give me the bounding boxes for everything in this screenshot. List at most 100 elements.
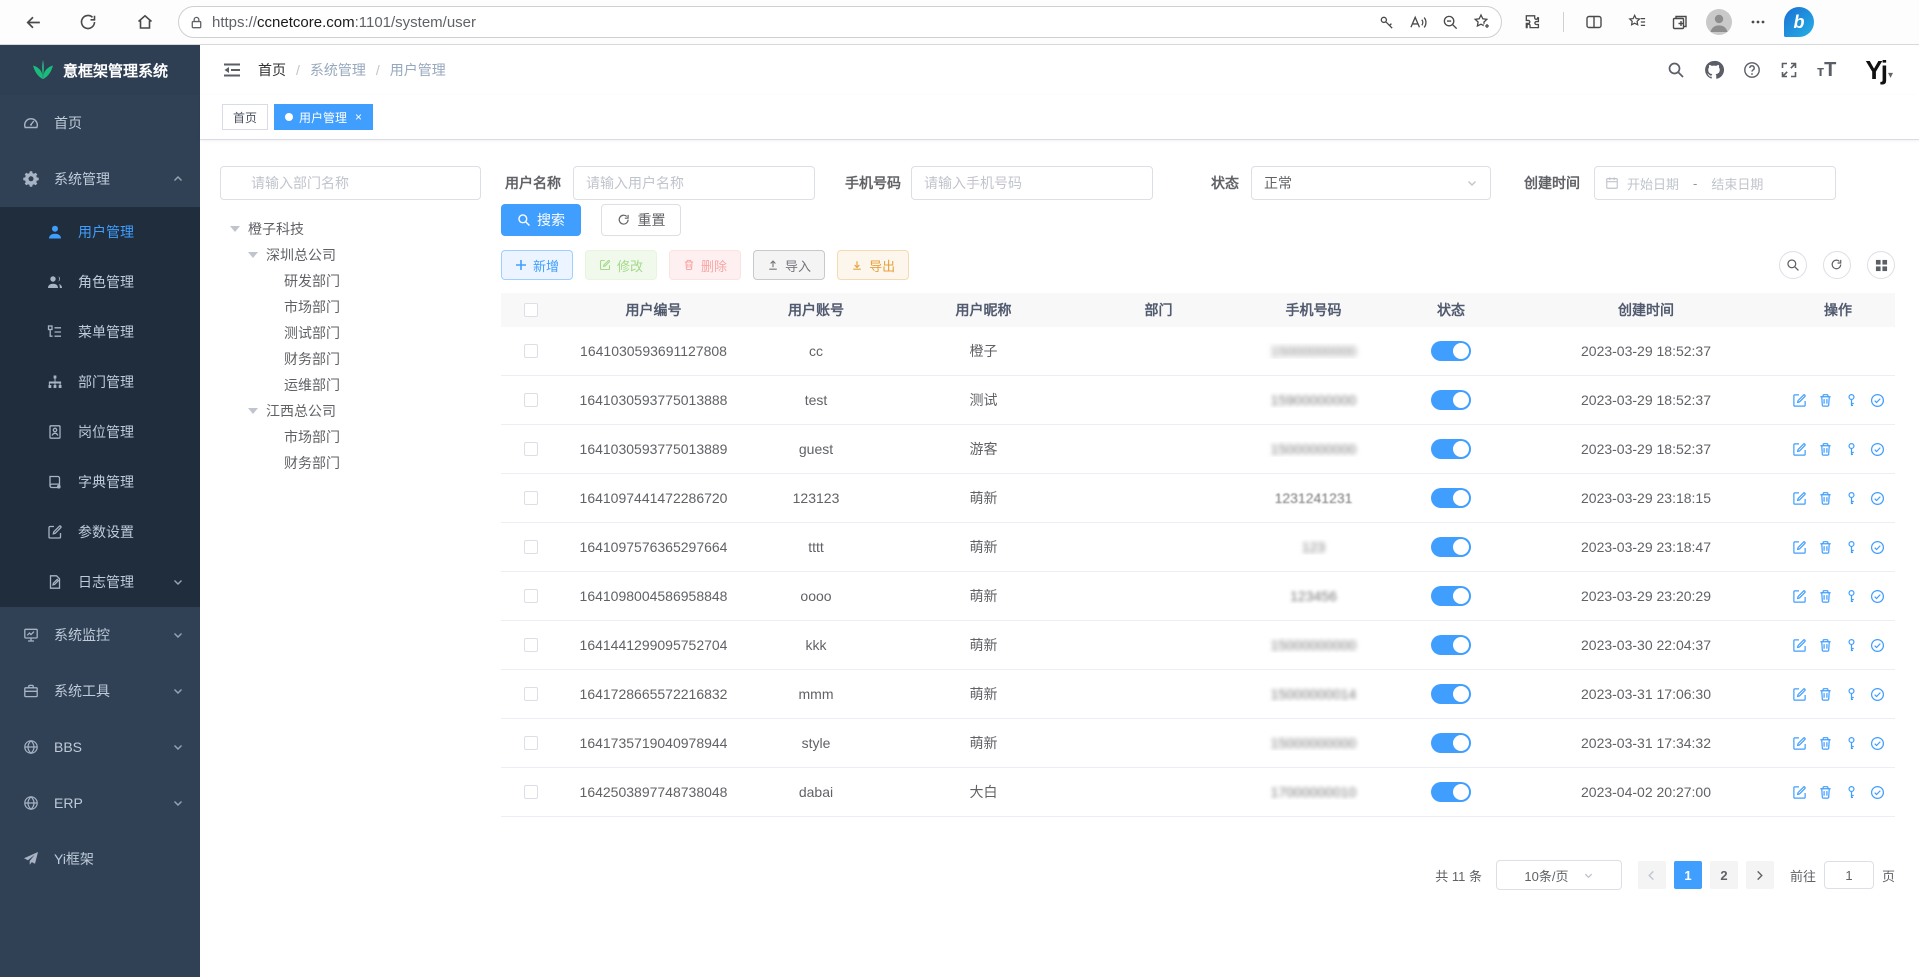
row-checkbox[interactable]	[524, 589, 538, 603]
row-edit-icon[interactable]	[1792, 442, 1807, 457]
row-checkbox[interactable]	[524, 393, 538, 407]
browser-profile-avatar[interactable]	[1706, 9, 1732, 35]
breadcrumb-item[interactable]: 用户管理	[390, 60, 446, 80]
status-toggle[interactable]	[1431, 782, 1471, 802]
yj-logo[interactable]: Yj ▾	[1855, 57, 1893, 83]
row-reset-password-icon[interactable]	[1844, 540, 1859, 555]
browser-back-button[interactable]	[16, 5, 50, 39]
sidebar-item-Yi框架[interactable]: Yi框架	[0, 831, 200, 887]
row-checkbox[interactable]	[524, 687, 538, 701]
row-edit-icon[interactable]	[1792, 785, 1807, 800]
tree-node-财务部门[interactable]: 财务部门	[220, 346, 481, 372]
pagination-prev-button[interactable]	[1638, 861, 1666, 889]
fullscreen-icon[interactable]	[1780, 61, 1798, 79]
favorite-add-icon[interactable]	[1473, 13, 1491, 31]
pagination-page-1[interactable]: 1	[1674, 861, 1702, 889]
sidebar-item-用户管理[interactable]: 用户管理	[0, 207, 200, 257]
page-size-select[interactable]: 10条/页	[1496, 860, 1622, 890]
row-reset-password-icon[interactable]	[1844, 785, 1859, 800]
row-reset-password-icon[interactable]	[1844, 687, 1859, 702]
tree-expand-caret-icon[interactable]	[230, 226, 240, 232]
sidebar-item-系统管理[interactable]: 系统管理	[0, 151, 200, 207]
row-assign-role-icon[interactable]	[1870, 736, 1885, 751]
sidebar-item-岗位管理[interactable]: 岗位管理	[0, 407, 200, 457]
pagination-page-2[interactable]: 2	[1710, 861, 1738, 889]
row-edit-icon[interactable]	[1792, 540, 1807, 555]
edit-button[interactable]: 修改	[585, 250, 657, 280]
bing-chat-icon[interactable]: b	[1784, 7, 1814, 37]
row-reset-password-icon[interactable]	[1844, 393, 1859, 408]
status-toggle[interactable]	[1431, 488, 1471, 508]
tree-node-深圳总公司[interactable]: 深圳总公司	[220, 242, 481, 268]
export-button[interactable]: 导出	[837, 250, 909, 280]
status-toggle[interactable]	[1431, 439, 1471, 459]
browser-address-bar[interactable]: https://ccnetcore.com:1101/system/user	[178, 6, 1502, 38]
pagination-goto-input[interactable]	[1824, 861, 1874, 889]
row-delete-icon[interactable]	[1818, 687, 1833, 702]
date-range-picker[interactable]: 开始日期 - 结束日期	[1594, 166, 1836, 200]
row-checkbox[interactable]	[524, 491, 538, 505]
sidebar-item-参数设置[interactable]: 参数设置	[0, 507, 200, 557]
username-input[interactable]	[573, 166, 815, 200]
github-icon[interactable]	[1704, 60, 1724, 80]
sidebar-item-日志管理[interactable]: 日志管理	[0, 557, 200, 607]
header-search-icon[interactable]	[1667, 61, 1685, 79]
row-delete-icon[interactable]	[1818, 589, 1833, 604]
browser-refresh-button[interactable]	[71, 5, 105, 39]
row-assign-role-icon[interactable]	[1870, 687, 1885, 702]
status-toggle[interactable]	[1431, 341, 1471, 361]
select-all-checkbox[interactable]	[524, 303, 538, 317]
sidebar-item-角色管理[interactable]: 角色管理	[0, 257, 200, 307]
zoom-out-icon[interactable]	[1442, 14, 1459, 31]
row-delete-icon[interactable]	[1818, 638, 1833, 653]
sidebar-item-系统工具[interactable]: 系统工具	[0, 663, 200, 719]
row-checkbox[interactable]	[524, 785, 538, 799]
row-delete-icon[interactable]	[1818, 540, 1833, 555]
row-checkbox[interactable]	[524, 638, 538, 652]
row-assign-role-icon[interactable]	[1870, 491, 1885, 506]
delete-button[interactable]: 删除	[669, 250, 741, 280]
tree-node-研发部门[interactable]: 研发部门	[220, 268, 481, 294]
sidebar-item-首页[interactable]: 首页	[0, 95, 200, 151]
row-delete-icon[interactable]	[1818, 393, 1833, 408]
table-search-toggle-button[interactable]	[1779, 251, 1807, 279]
import-button[interactable]: 导入	[753, 250, 825, 280]
row-checkbox[interactable]	[524, 540, 538, 554]
extensions-icon[interactable]	[1516, 5, 1550, 39]
row-assign-role-icon[interactable]	[1870, 589, 1885, 604]
row-checkbox[interactable]	[524, 442, 538, 456]
row-checkbox[interactable]	[524, 344, 538, 358]
row-edit-icon[interactable]	[1792, 589, 1807, 604]
help-icon[interactable]	[1743, 61, 1761, 79]
favorites-bar-icon[interactable]	[1620, 5, 1654, 39]
tag-close-icon[interactable]: ×	[355, 110, 362, 124]
row-delete-icon[interactable]	[1818, 442, 1833, 457]
row-delete-icon[interactable]	[1818, 491, 1833, 506]
row-edit-icon[interactable]	[1792, 393, 1807, 408]
breadcrumb-item[interactable]: 系统管理	[310, 60, 366, 80]
status-toggle[interactable]	[1431, 586, 1471, 606]
tag-首页[interactable]: 首页	[222, 104, 268, 130]
status-toggle[interactable]	[1431, 390, 1471, 410]
pagination-next-button[interactable]	[1746, 861, 1774, 889]
tag-用户管理[interactable]: 用户管理×	[274, 104, 373, 130]
row-assign-role-icon[interactable]	[1870, 785, 1885, 800]
phone-input[interactable]	[911, 166, 1153, 200]
tree-node-市场部门[interactable]: 市场部门	[220, 424, 481, 450]
password-key-icon[interactable]	[1378, 14, 1395, 31]
table-refresh-button[interactable]	[1823, 251, 1851, 279]
row-checkbox[interactable]	[524, 736, 538, 750]
search-button[interactable]: 搜索	[501, 204, 581, 236]
status-toggle[interactable]	[1431, 684, 1471, 704]
row-reset-password-icon[interactable]	[1844, 589, 1859, 604]
reset-button[interactable]: 重置	[601, 204, 681, 236]
row-reset-password-icon[interactable]	[1844, 736, 1859, 751]
split-screen-icon[interactable]	[1577, 5, 1611, 39]
row-assign-role-icon[interactable]	[1870, 393, 1885, 408]
row-edit-icon[interactable]	[1792, 736, 1807, 751]
row-assign-role-icon[interactable]	[1870, 540, 1885, 555]
sidebar-item-BBS[interactable]: BBS	[0, 719, 200, 775]
tree-expand-caret-icon[interactable]	[248, 408, 258, 414]
row-reset-password-icon[interactable]	[1844, 491, 1859, 506]
add-button[interactable]: 新增	[501, 250, 573, 280]
